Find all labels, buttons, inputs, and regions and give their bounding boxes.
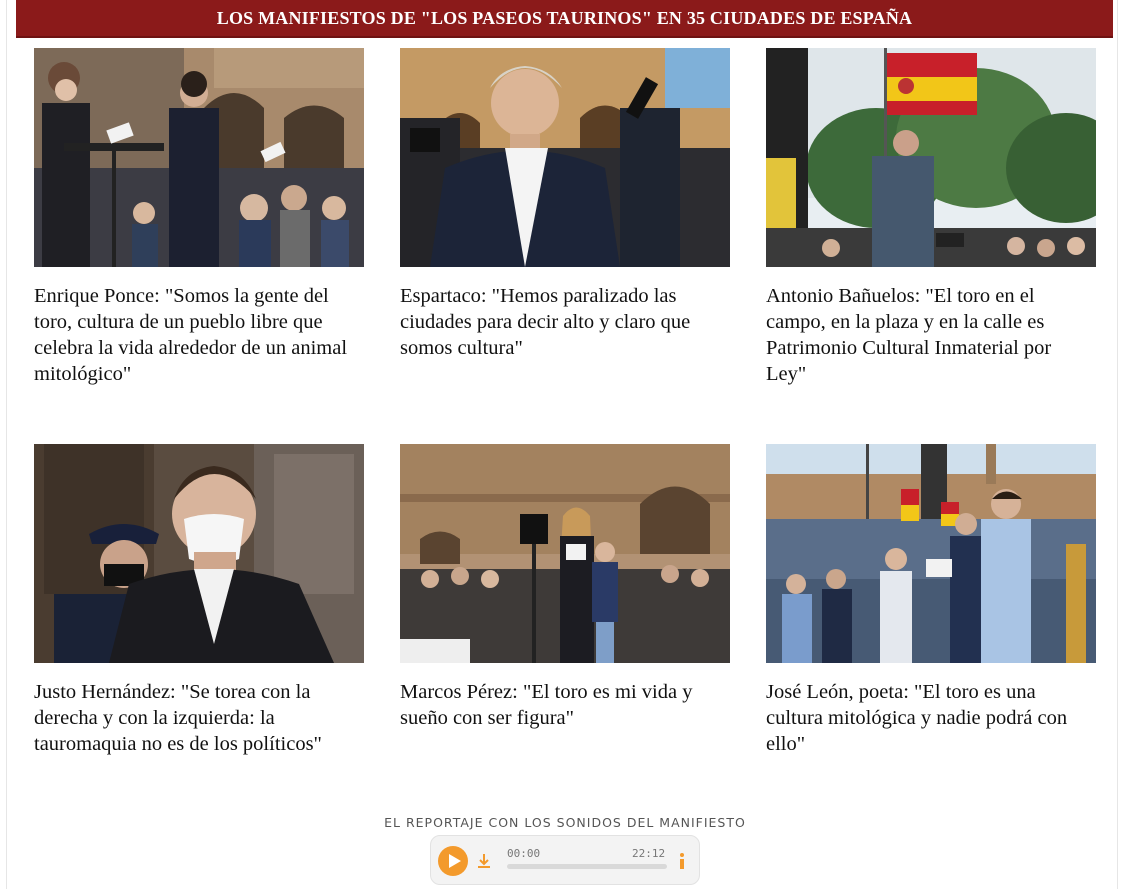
article-caption[interactable]: Enrique Ponce: "Somos la gente del toro,… [34, 283, 364, 387]
audio-player: 00:00 22:12 [430, 835, 700, 885]
article-card-leon[interactable]: José León, poeta: "El toro es una cultur… [766, 444, 1096, 757]
article-card-banuelos[interactable]: Antonio Bañuelos: "El toro en el campo, … [766, 48, 1096, 387]
current-time: 00:00 [507, 847, 541, 860]
article-caption[interactable]: Antonio Bañuelos: "El toro en el campo, … [766, 283, 1096, 387]
article-photo-hernandez[interactable] [34, 444, 364, 663]
info-button[interactable] [676, 850, 688, 872]
article-caption[interactable]: José León, poeta: "El toro es una cultur… [766, 679, 1096, 757]
play-button[interactable] [438, 846, 468, 876]
audio-section-label: EL REPORTAJE CON LOS SONIDOS DEL MANIFIE… [384, 815, 746, 830]
download-icon [478, 854, 490, 868]
article-photo-ponce[interactable] [34, 48, 364, 267]
article-card-perez[interactable]: Marcos Pérez: "El toro es mi vida y sueñ… [400, 444, 730, 731]
progress-bar[interactable] [507, 864, 667, 869]
article-photo-banuelos[interactable] [766, 48, 1096, 267]
article-card-espartaco[interactable]: Espartaco: "Hemos paralizado las ciudade… [400, 48, 730, 361]
article-caption[interactable]: Justo Hernández: "Se torea con la derech… [34, 679, 364, 757]
article-photo-perez[interactable] [400, 444, 730, 663]
article-photo-leon[interactable] [766, 444, 1096, 663]
section-header: LOS MANIFIESTOS DE "LOS PASEOS TAURINOS"… [16, 0, 1113, 38]
play-icon [449, 854, 461, 868]
article-caption[interactable]: Marcos Pérez: "El toro es mi vida y sueñ… [400, 679, 730, 731]
article-card-ponce[interactable]: Enrique Ponce: "Somos la gente del toro,… [34, 48, 364, 387]
article-card-hernandez[interactable]: Justo Hernández: "Se torea con la derech… [34, 444, 364, 757]
duration: 22:12 [632, 847, 666, 860]
article-caption[interactable]: Espartaco: "Hemos paralizado las ciudade… [400, 283, 730, 361]
article-photo-espartaco[interactable] [400, 48, 730, 267]
download-button[interactable] [476, 852, 492, 870]
info-icon [680, 853, 684, 869]
section-title: LOS MANIFIESTOS DE "LOS PASEOS TAURINOS"… [216, 7, 913, 28]
